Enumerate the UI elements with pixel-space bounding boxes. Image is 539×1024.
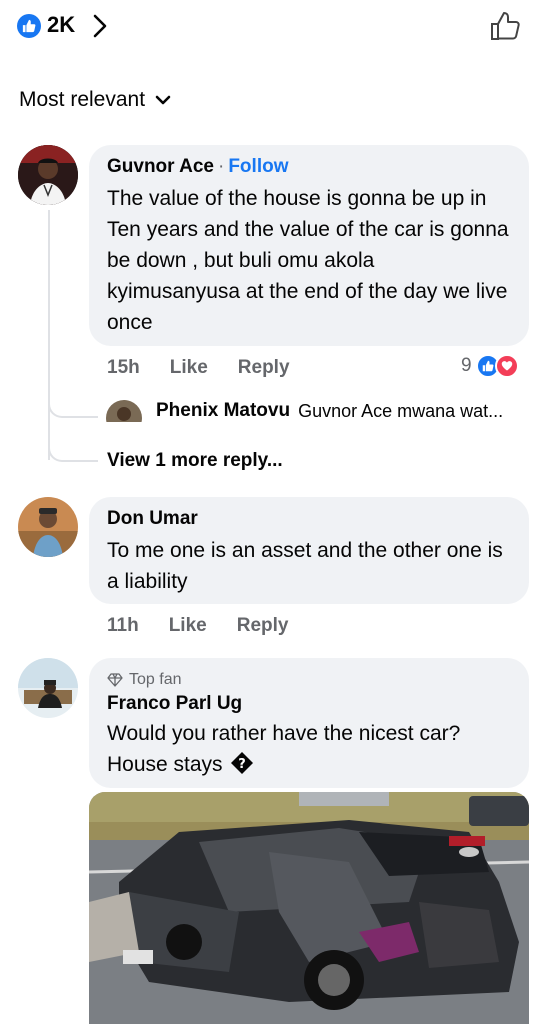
separator-dot: · xyxy=(218,156,225,177)
comment-text: To me one is an asset and the other one … xyxy=(107,539,503,593)
thread-branch xyxy=(48,440,98,462)
comment-bubble[interactable]: Top fan Franco Parl Ug Would you rather … xyxy=(89,658,529,788)
comment-author[interactable]: Guvnor Ace xyxy=(107,156,214,177)
avatar[interactable] xyxy=(106,400,142,422)
reaction-count: 2K xyxy=(47,12,76,37)
comment-actions: 15h Like Reply xyxy=(107,357,320,379)
reply-button[interactable]: Reply xyxy=(238,357,290,379)
reply-button[interactable]: Reply xyxy=(237,615,289,637)
comment-author[interactable]: Don Umar xyxy=(107,507,511,531)
sort-dropdown[interactable]: Most relevant xyxy=(19,88,171,112)
comment-photo[interactable] xyxy=(89,792,529,1024)
view-more-replies-link[interactable]: View 1 more reply... xyxy=(107,450,283,472)
reply-text: Guvnor Ace mwana wat... xyxy=(298,400,504,421)
reply-author[interactable]: Phenix Matovu xyxy=(156,400,290,422)
comment-text: The value of the house is gonna be up in… xyxy=(107,187,509,334)
like-button[interactable]: Like xyxy=(170,357,208,379)
top-fan-label: Top fan xyxy=(129,671,182,688)
thread-line xyxy=(48,210,50,460)
reply-preview[interactable]: Phenix Matovu Guvnor Ace mwana wat... xyxy=(106,400,536,422)
like-reaction-icon xyxy=(17,14,41,38)
chevron-right-icon xyxy=(93,14,107,38)
sort-label: Most relevant xyxy=(19,88,146,111)
reaction-count: 9 xyxy=(461,355,472,376)
comment-text: Would you rather have the nicest car? Ho… xyxy=(107,722,461,776)
unknown-emoji-icon: ? xyxy=(231,752,254,774)
comment-bubble[interactable]: Guvnor Ace · Follow The value of the house… xyxy=(89,145,529,346)
unknown-emoji-glyph: ? xyxy=(239,757,247,772)
chevron-down-icon xyxy=(155,95,171,105)
comment-time[interactable]: 15h xyxy=(107,357,140,379)
comment-reactions[interactable]: 9 xyxy=(461,354,519,378)
like-button[interactable]: Like xyxy=(169,615,207,637)
love-reaction-icon xyxy=(494,354,519,378)
like-outline-icon[interactable] xyxy=(488,9,522,43)
comment-author[interactable]: Franco Parl Ug xyxy=(107,692,511,716)
diamond-icon xyxy=(107,673,123,687)
avatar[interactable] xyxy=(18,658,78,718)
comment-actions: 11h Like Reply xyxy=(107,615,318,637)
thread-branch xyxy=(48,396,98,418)
follow-button[interactable]: Follow xyxy=(228,156,288,177)
comment-bubble[interactable]: Don Umar To me one is an asset and the o… xyxy=(89,497,529,604)
top-fan-badge: Top fan xyxy=(107,670,511,690)
avatar[interactable] xyxy=(18,145,78,205)
reactions-header[interactable]: 2K xyxy=(0,0,539,55)
comment-time[interactable]: 11h xyxy=(107,615,139,637)
avatar[interactable] xyxy=(18,497,78,557)
